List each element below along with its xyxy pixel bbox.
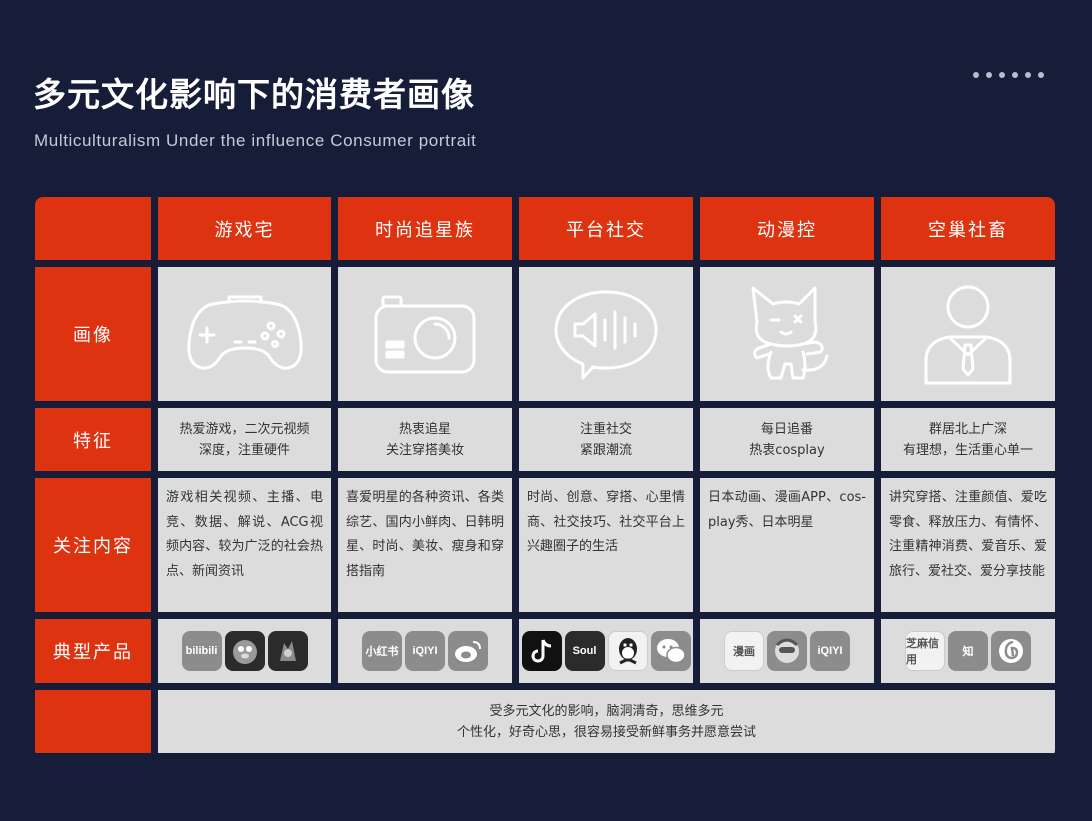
camera-icon — [374, 295, 476, 374]
interest-cell: 游戏相关视频、主播、电竞、数据、解说、ACG视频内容、较为广泛的社会热点、新闻资… — [158, 478, 331, 612]
more-dots-icon[interactable] — [973, 72, 1044, 78]
products-cell-social-platform: Soul — [519, 619, 693, 683]
products-cell-anime-fan: 漫画 iQIYI — [700, 619, 874, 683]
gamepad-icon — [186, 295, 303, 370]
iqiyi-app-icon[interactable]: iQIYI — [810, 631, 850, 671]
sesame-credit-app-icon[interactable]: 芝麻信用 — [905, 631, 945, 671]
zhihu-app-icon[interactable]: 知 — [948, 631, 988, 671]
products-cell-empty-nester: 芝麻信用 知 — [881, 619, 1055, 683]
interest-cell: 喜爱明星的各种资讯、各类综艺、国内小鲜肉、日韩明星、时尚、美妆、瘦身和穿搭指南 — [338, 478, 512, 612]
bilibili-app-icon[interactable]: bilibili — [181, 631, 222, 671]
interest-cell: 讲究穿搭、注重颜值、爱吃零食、释放压力、有情怀、注重精神消费、爱音乐、爱旅行、爱… — [881, 478, 1055, 612]
interest-cell: 日本动画、漫画APP、cos-play秀、日本明星 — [700, 478, 874, 612]
corner-cell — [35, 197, 151, 260]
row-label-portrait: 画像 — [35, 267, 151, 401]
penguin-game-app-icon[interactable] — [224, 631, 265, 671]
soul-app-icon[interactable]: Soul — [564, 631, 605, 671]
column-header-anime-fan: 动漫控 — [700, 197, 874, 260]
row-label-interests: 关注内容 — [35, 478, 151, 612]
row-label-features: 特征 — [35, 408, 151, 471]
interest-cell: 时尚、创意、穿搭、心里情商、社交技巧、社交平台上兴趣圈子的生活 — [519, 478, 693, 612]
cat-doll-icon — [751, 286, 829, 380]
portrait-cell-gamer — [158, 267, 331, 401]
products-cell-fashion-fan: 小红书 iQIYI — [338, 619, 512, 683]
summary-cell: 受多元文化的影响，脑洞清奇，思维多元 个性化，好奇心思，很容易接受新鲜事务并愿意… — [158, 690, 1055, 753]
column-header-social-platform: 平台社交 — [519, 197, 693, 260]
column-header-empty-nester: 空巢社畜 — [881, 197, 1055, 260]
weibo-app-icon[interactable] — [448, 631, 488, 671]
feature-cell: 热衷追星 关注穿搭美妆 — [338, 408, 512, 471]
page-subtitle: Multiculturalism Under the influence Con… — [34, 131, 477, 150]
tiktok-app-icon[interactable] — [521, 631, 562, 671]
netease-music-app-icon[interactable] — [991, 631, 1031, 671]
column-header-gamer: 游戏宅 — [158, 197, 331, 260]
column-header-fashion-fan: 时尚追星族 — [338, 197, 512, 260]
feature-cell: 每日追番 热衷cosplay — [700, 408, 874, 471]
person-tie-icon — [924, 285, 1012, 385]
qq-app-icon[interactable] — [607, 631, 648, 671]
portrait-cell-fashion-fan — [338, 267, 512, 401]
row-label-products: 典型产品 — [35, 619, 151, 683]
page-title: 多元文化影响下的消费者画像 — [33, 75, 475, 114]
products-cell-gamer: bilibili — [158, 619, 331, 683]
iqiyi-app-icon[interactable]: iQIYI — [405, 631, 445, 671]
honor-of-kings-app-icon[interactable] — [267, 631, 308, 671]
feature-cell: 群居北上广深 有理想，生活重心单一 — [881, 408, 1055, 471]
feature-cell: 注重社交 紧跟潮流 — [519, 408, 693, 471]
portrait-cell-anime-fan — [700, 267, 874, 401]
voice-chat-icon — [554, 290, 658, 380]
footer-corner-cell — [35, 690, 151, 753]
xiaohongshu-app-icon[interactable]: 小红书 — [362, 631, 402, 671]
consumer-portrait-table: 游戏宅 时尚追星族 平台社交 动漫控 空巢社畜 画像 特征 热爱游戏，二次元视频… — [35, 197, 1055, 758]
portrait-cell-empty-nester — [881, 267, 1055, 401]
manga-app-icon[interactable]: 漫画 — [724, 631, 764, 671]
anime-character-app-icon[interactable] — [767, 631, 807, 671]
portrait-cell-social-platform — [519, 267, 693, 401]
feature-cell: 热爱游戏，二次元视频 深度，注重硬件 — [158, 408, 331, 471]
wechat-app-icon[interactable] — [650, 631, 691, 671]
